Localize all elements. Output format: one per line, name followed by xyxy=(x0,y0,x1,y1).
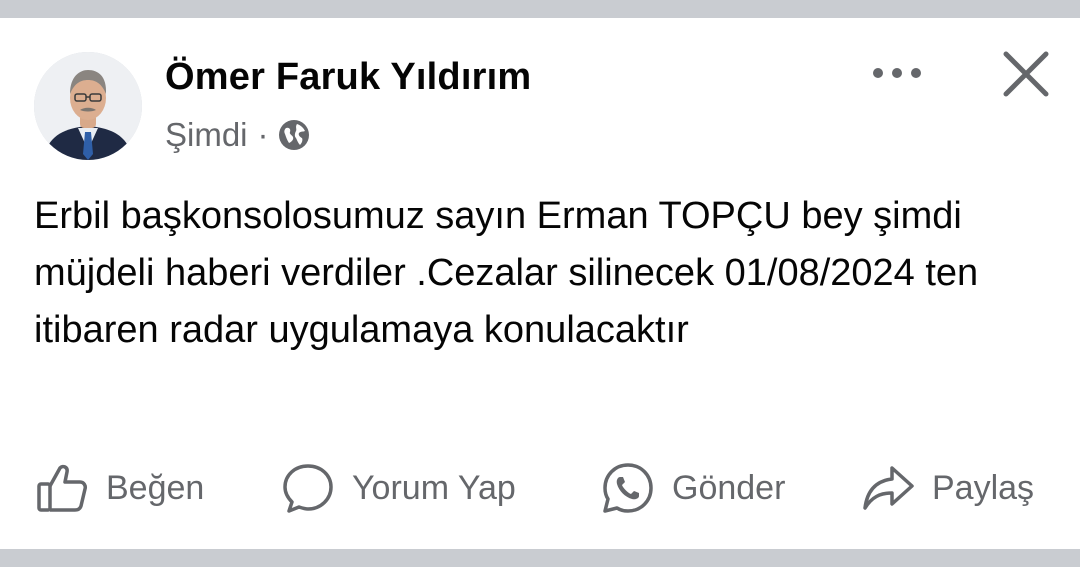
meta-separator: · xyxy=(257,116,269,153)
post-card: Ömer Faruk Yıldırım Şimdi · Erbil başkon… xyxy=(0,18,1080,549)
post-time[interactable]: Şimdi xyxy=(165,116,248,154)
more-options-button[interactable] xyxy=(866,56,928,90)
comment-label: Yorum Yap xyxy=(352,468,516,507)
like-label: Beğen xyxy=(106,468,205,507)
thumbs-up-icon xyxy=(34,460,90,516)
comment-button[interactable]: Yorum Yap xyxy=(280,458,516,518)
author-name[interactable]: Ömer Faruk Yıldırım xyxy=(165,56,531,99)
close-icon xyxy=(1003,51,1049,97)
post-meta: Şimdi · xyxy=(165,115,311,155)
more-dots-icon xyxy=(873,68,921,78)
share-button[interactable]: Paylaş xyxy=(860,458,1034,518)
globe-icon[interactable] xyxy=(277,118,311,152)
bottom-divider-bar xyxy=(0,549,1080,567)
comment-bubble-icon xyxy=(280,460,336,516)
profile-photo xyxy=(34,52,142,160)
whatsapp-icon xyxy=(600,460,656,516)
post-text: Erbil başkonsolosumuz sayın Erman TOPÇU … xyxy=(34,195,979,351)
action-bar: Beğen Yorum Yap Gönder Paylaş xyxy=(0,458,1080,518)
avatar[interactable] xyxy=(34,52,142,160)
share-arrow-icon xyxy=(860,460,916,516)
send-label: Gönder xyxy=(672,468,786,507)
send-button[interactable]: Gönder xyxy=(600,458,785,518)
like-button[interactable]: Beğen xyxy=(34,458,204,518)
share-label: Paylaş xyxy=(932,468,1035,507)
top-divider-bar xyxy=(0,0,1080,18)
close-button[interactable] xyxy=(998,46,1054,102)
